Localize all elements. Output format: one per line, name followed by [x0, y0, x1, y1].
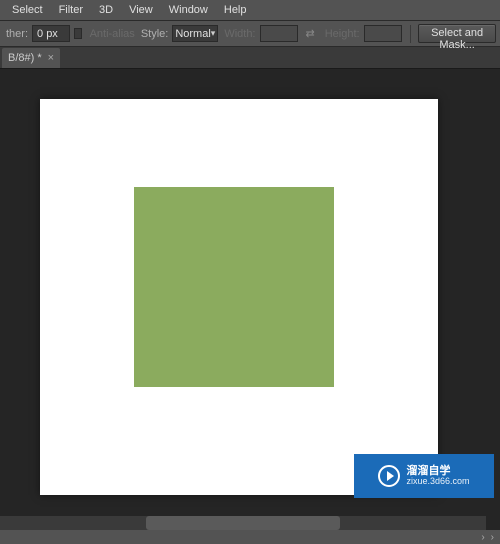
menu-3d[interactable]: 3D [91, 1, 121, 19]
feather-input[interactable] [32, 25, 70, 42]
antialias-checkbox [74, 28, 82, 39]
options-bar: ther: Anti-alias Style: Normal Width: ⇄ … [0, 21, 500, 47]
canvas[interactable] [40, 99, 438, 495]
document-tab[interactable]: B/8#) * × [2, 48, 60, 68]
menubar: Select Filter 3D View Window Help [0, 0, 500, 21]
menu-view[interactable]: View [121, 1, 161, 19]
swap-dimensions-icon: ⇄ [302, 27, 319, 40]
style-label: Style: [141, 28, 169, 40]
width-label: Width: [224, 28, 255, 40]
menu-filter[interactable]: Filter [51, 1, 91, 19]
horizontal-scrollbar[interactable] [0, 516, 486, 530]
height-input [364, 25, 402, 42]
height-label: Height: [325, 28, 360, 40]
rectangle-shape[interactable] [134, 187, 334, 387]
feather-label: ther: [6, 28, 28, 40]
watermark-overlay: 溜溜自学 zixue.3d66.com [354, 454, 494, 498]
menu-select[interactable]: Select [4, 1, 51, 19]
tab-title: B/8#) * [8, 52, 42, 64]
style-select[interactable]: Normal [172, 25, 218, 42]
menu-window[interactable]: Window [161, 1, 216, 19]
separator [410, 25, 411, 43]
antialias-label: Anti-alias [90, 28, 135, 40]
width-input [260, 25, 298, 42]
play-icon [378, 465, 400, 487]
workspace: 溜溜自学 zixue.3d66.com [0, 69, 500, 514]
menu-help[interactable]: Help [216, 1, 255, 19]
select-and-mask-button[interactable]: Select and Mask... [418, 24, 496, 43]
close-icon[interactable]: × [48, 52, 54, 64]
watermark-text: 溜溜自学 zixue.3d66.com [406, 466, 469, 486]
status-bar: › › [0, 530, 500, 544]
chevron-right-icon[interactable]: › [481, 532, 484, 543]
tab-bar: B/8#) * × [0, 47, 500, 69]
chevron-right-icon[interactable]: › [491, 532, 494, 543]
